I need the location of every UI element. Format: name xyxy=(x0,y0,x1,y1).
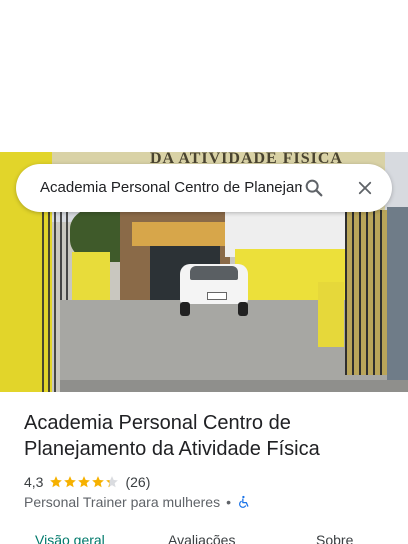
photo-right-edge xyxy=(387,207,408,392)
star-icon xyxy=(78,476,91,488)
photo-car-window xyxy=(190,266,238,280)
photo-post xyxy=(318,282,344,347)
place-title: Academia Personal Centro de Planejamento… xyxy=(24,412,320,460)
search-input[interactable]: Academia Personal Centro de Planejamento… xyxy=(40,178,302,198)
photo-car-plate xyxy=(207,292,227,300)
rating-value: 4,3 xyxy=(24,474,44,490)
photo-curb xyxy=(60,380,408,392)
star-icon xyxy=(64,476,77,488)
photo-car-tire-left xyxy=(180,302,190,316)
search-button[interactable] xyxy=(300,174,328,202)
separator-dot: • xyxy=(226,494,232,510)
wheelchair-icon xyxy=(239,495,249,508)
place-category: Personal Trainer para mulheres xyxy=(24,494,221,510)
tab-reviews[interactable]: Avaliações xyxy=(168,530,235,544)
star-rating xyxy=(49,475,119,489)
blank-header-area xyxy=(0,0,408,152)
clear-search-button[interactable] xyxy=(351,174,379,202)
tab-about[interactable]: Sobre xyxy=(316,530,353,544)
photo-awning xyxy=(132,222,227,246)
search-bar[interactable]: Academia Personal Centro de Planejamento… xyxy=(16,164,392,212)
category-row: Personal Trainer para mulheres • xyxy=(24,493,251,511)
photo-car-tire-right xyxy=(238,302,248,316)
star-icon xyxy=(106,476,119,488)
place-tabs: Visão geral Avaliações Sobre xyxy=(0,530,408,544)
close-icon xyxy=(358,181,372,195)
photo-gate-right xyxy=(345,210,387,375)
star-icon xyxy=(50,476,63,488)
review-count[interactable]: (26) xyxy=(125,474,150,490)
star-icon xyxy=(92,476,105,488)
tab-overview[interactable]: Visão geral xyxy=(35,530,105,544)
rating-row[interactable]: 4,3 (26) xyxy=(24,473,150,491)
search-icon xyxy=(305,179,323,197)
